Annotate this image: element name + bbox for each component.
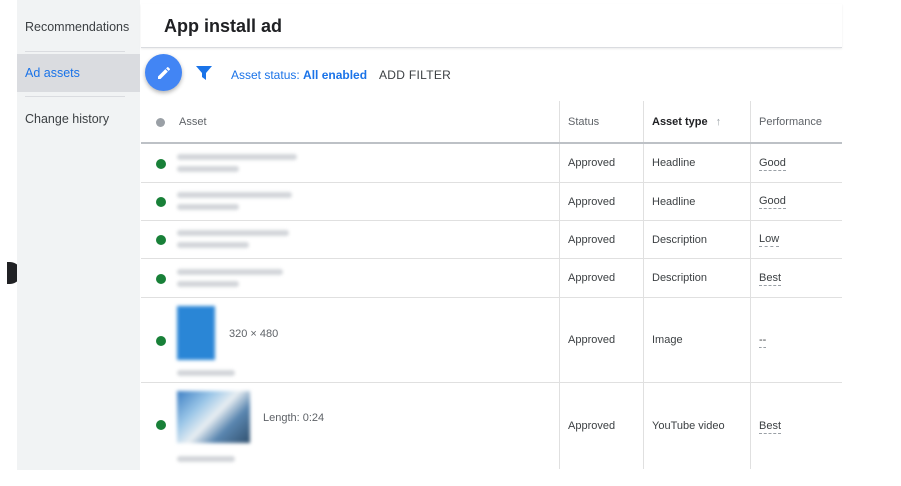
asset-type-text: Headline — [652, 157, 696, 169]
column-header-asset[interactable]: Asset — [141, 101, 559, 142]
status-cell: Approved — [559, 298, 643, 382]
asset-type-cell: Headline — [643, 183, 750, 220]
performance-cell: Low — [750, 221, 842, 258]
redacted-asset-text — [177, 230, 289, 236]
sidebar-divider — [25, 96, 125, 97]
table-header-row: Asset Status Asset type ↑ Performance — [141, 101, 842, 144]
asset-type-text: Image — [652, 334, 683, 346]
filter-toolbar: Asset status: All enabled ADD FILTER — [141, 52, 842, 98]
status-cell: Approved — [559, 383, 643, 469]
status-enabled-dot-icon — [156, 274, 166, 284]
performance-label[interactable]: Good — [759, 194, 786, 209]
status-cell: Approved — [559, 183, 643, 220]
asset-type-text: Description — [652, 233, 708, 246]
image-asset-thumbnail[interactable] — [177, 306, 215, 360]
asset-type-cell: Description — [643, 259, 750, 297]
asset-type-text: Description — [652, 272, 708, 284]
sort-ascending-icon[interactable]: ↑ — [716, 116, 722, 128]
table-row[interactable]: Approved Description Low — [141, 221, 842, 259]
asset-status-filter-chip[interactable]: Asset status: All enabled — [231, 68, 367, 82]
performance-cell: Best — [750, 259, 842, 297]
sidebar-item-recommendations[interactable]: Recommendations — [17, 8, 140, 46]
status-text: Approved — [568, 272, 616, 284]
status-filter-dot-icon[interactable] — [156, 118, 165, 127]
performance-cell: Good — [750, 144, 842, 182]
column-header-label: Status — [568, 115, 600, 128]
redacted-asset-text — [177, 456, 235, 462]
add-filter-button[interactable]: ADD FILTER — [379, 68, 451, 82]
redacted-asset-text — [177, 166, 239, 172]
asset-type-text: YouTube video — [652, 420, 725, 432]
asset-type-cell: YouTube video — [643, 383, 750, 469]
status-enabled-dot-icon — [156, 336, 166, 346]
performance-cell: -- — [750, 298, 842, 382]
asset-cell — [141, 144, 559, 182]
redacted-asset-text — [177, 204, 239, 210]
status-text: Approved — [568, 420, 616, 432]
performance-label[interactable]: Low — [759, 232, 780, 247]
performance-label[interactable]: -- — [759, 333, 767, 348]
column-header-label: Asset — [179, 116, 207, 128]
column-header-label: Asset type — [652, 115, 708, 128]
filter-label: Asset status: — [231, 68, 300, 82]
table-row[interactable]: 320 × 480 Approved Image -- — [141, 298, 842, 383]
status-text: Approved — [568, 157, 616, 169]
main-panel: App install ad Asset status: All enabled… — [141, 0, 842, 470]
table-row[interactable]: Approved Description Best — [141, 259, 842, 298]
title-bar: App install ad — [141, 4, 842, 48]
filter-value: All enabled — [303, 68, 368, 82]
redacted-asset-text — [177, 370, 235, 376]
status-cell: Approved — [559, 144, 643, 182]
edit-button[interactable] — [145, 54, 182, 91]
column-header-status[interactable]: Status — [559, 101, 643, 142]
funnel-icon[interactable] — [196, 66, 212, 80]
asset-type-cell: Headline — [643, 144, 750, 182]
column-header-label: Performance — [759, 115, 822, 128]
redacted-asset-text — [177, 269, 283, 275]
status-enabled-dot-icon — [156, 159, 166, 169]
asset-cell: 320 × 480 — [141, 298, 559, 382]
sidebar-item-label: Change history — [25, 112, 110, 126]
asset-type-text: Headline — [652, 195, 696, 208]
image-dimensions-text: 320 × 480 — [229, 328, 279, 340]
redacted-asset-text — [177, 281, 239, 287]
sidebar-divider — [25, 51, 125, 52]
sidebar: Recommendations Ad assets Change history — [17, 0, 140, 470]
asset-cell: Length: 0:24 — [141, 383, 559, 469]
status-enabled-dot-icon — [156, 235, 166, 245]
status-enabled-dot-icon — [156, 197, 166, 207]
redacted-asset-text — [177, 242, 249, 248]
redacted-asset-text — [177, 192, 292, 198]
status-text: Approved — [568, 233, 616, 246]
performance-label[interactable]: Good — [759, 156, 786, 171]
redacted-asset-text — [177, 154, 297, 160]
sidebar-item-label: Recommendations — [25, 20, 130, 34]
asset-cell — [141, 183, 559, 220]
pencil-icon — [157, 66, 170, 79]
performance-cell: Good — [750, 183, 842, 220]
performance-cell: Best — [750, 383, 842, 469]
table-row[interactable]: Approved Headline Good — [141, 144, 842, 183]
video-length-text: Length: 0:24 — [263, 412, 325, 424]
performance-label[interactable]: Best — [759, 419, 782, 434]
asset-type-cell: Description — [643, 221, 750, 258]
page-title: App install ad — [164, 16, 283, 36]
column-header-performance[interactable]: Performance — [750, 101, 842, 142]
sidebar-item-ad-assets[interactable]: Ad assets — [17, 54, 140, 92]
status-text: Approved — [568, 334, 616, 346]
sidebar-item-label: Ad assets — [25, 66, 80, 80]
asset-type-cell: Image — [643, 298, 750, 382]
asset-cell — [141, 259, 559, 297]
status-cell: Approved — [559, 221, 643, 258]
column-header-asset-type[interactable]: Asset type ↑ — [643, 101, 750, 142]
table-row[interactable]: Approved Headline Good — [141, 183, 842, 221]
asset-cell — [141, 221, 559, 258]
sidebar-item-change-history[interactable]: Change history — [17, 100, 140, 138]
video-asset-thumbnail[interactable] — [177, 391, 250, 443]
status-text: Approved — [568, 195, 616, 208]
table-row[interactable]: Length: 0:24 Approved YouTube video Best — [141, 383, 842, 469]
performance-label[interactable]: Best — [759, 271, 782, 286]
status-enabled-dot-icon — [156, 420, 166, 430]
status-cell: Approved — [559, 259, 643, 297]
